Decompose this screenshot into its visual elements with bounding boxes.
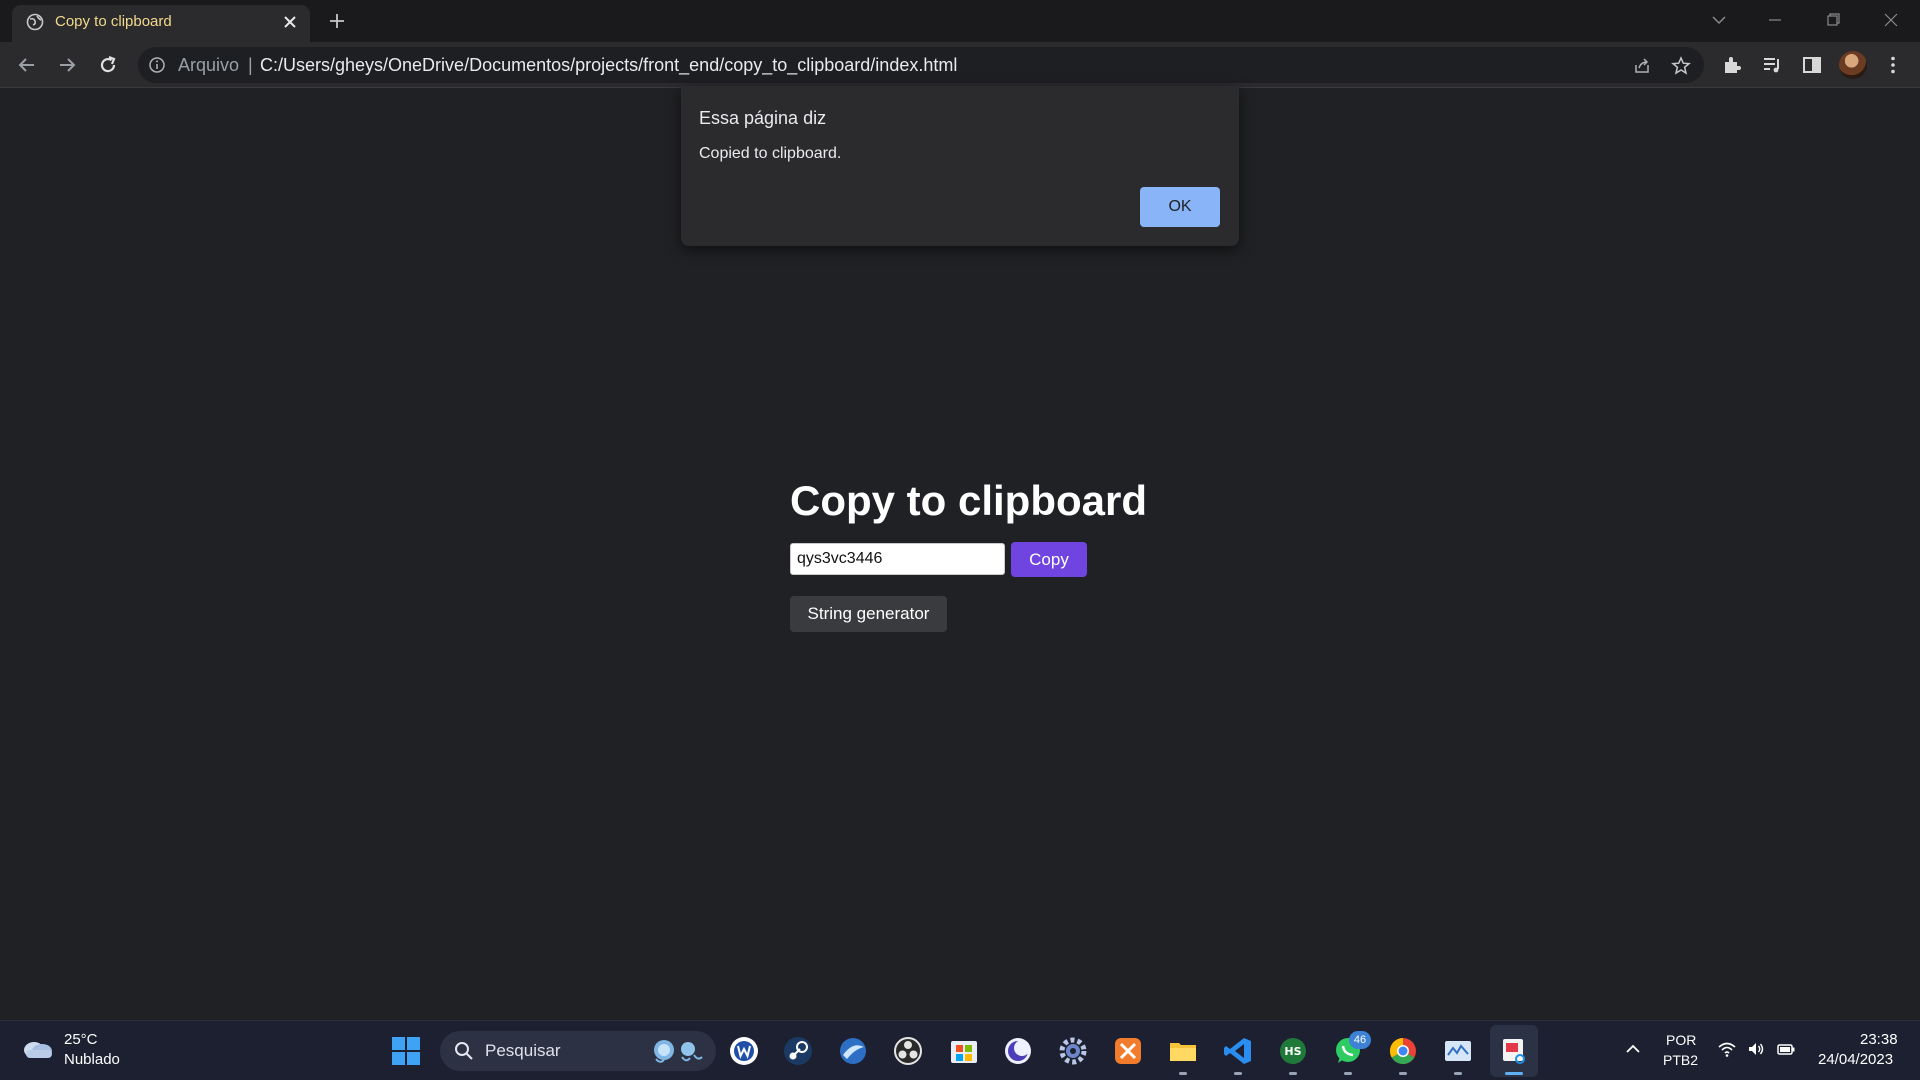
string-input[interactable] xyxy=(790,543,1005,575)
app-w-icon[interactable] xyxy=(728,1035,760,1067)
search-placeholder: Pesquisar xyxy=(485,1041,561,1060)
battery-icon[interactable] xyxy=(1776,1039,1796,1059)
media-icon[interactable] xyxy=(1761,54,1783,76)
language-indicator[interactable]: POR xyxy=(1666,1032,1696,1048)
wifi-icon[interactable] xyxy=(1717,1039,1737,1059)
running-indicator xyxy=(1399,1072,1407,1075)
copy-row: Copy xyxy=(790,542,1110,577)
hs-app-icon[interactable]: HS xyxy=(1277,1035,1309,1067)
chevron-up-icon[interactable] xyxy=(1623,1039,1643,1059)
svg-text:HS: HS xyxy=(1284,1045,1301,1058)
keyboard-layout[interactable]: PTB2 xyxy=(1663,1052,1698,1068)
star-icon[interactable] xyxy=(1671,56,1691,76)
whatsapp-badge: 46 xyxy=(1349,1031,1371,1049)
active-indicator xyxy=(1505,1072,1523,1075)
back-icon[interactable] xyxy=(15,53,39,77)
ok-button[interactable]: OK xyxy=(1140,187,1220,227)
browser-tab[interactable]: Copy to clipboard xyxy=(12,5,310,42)
url-scheme-label: Arquivo xyxy=(178,55,240,75)
running-indicator xyxy=(1234,1072,1242,1075)
xampp-icon[interactable] xyxy=(1112,1035,1144,1067)
menu-icon[interactable] xyxy=(1882,54,1904,76)
taskbar-search[interactable]: Pesquisar xyxy=(440,1031,716,1071)
running-indicator xyxy=(1179,1072,1187,1075)
clock-time[interactable]: 23:38 xyxy=(1860,1031,1898,1048)
search-highlight-icon xyxy=(654,1040,703,1063)
settings-gear-icon[interactable] xyxy=(1057,1035,1089,1067)
obs-icon[interactable] xyxy=(892,1035,924,1067)
weather-temperature[interactable]: 25°C xyxy=(64,1031,98,1048)
vscode-icon[interactable] xyxy=(1222,1035,1254,1067)
taskbar: 25°C Nublado Pesquisar HS 46 POR PTB2 23… xyxy=(0,1020,1920,1080)
steam-icon[interactable] xyxy=(782,1035,814,1067)
address-bar[interactable]: Arquivo | C:/Users/gheys/OneDrive/Docume… xyxy=(138,47,1704,83)
extensions-icon[interactable] xyxy=(1721,54,1743,76)
dialog-title: Essa página diz xyxy=(699,108,827,128)
close-icon[interactable] xyxy=(282,14,298,30)
forward-icon[interactable] xyxy=(55,53,79,77)
weather-cloud-icon[interactable] xyxy=(20,1036,54,1060)
running-indicator xyxy=(1344,1072,1352,1075)
globe-icon xyxy=(26,13,44,31)
monitor-app-icon[interactable] xyxy=(1442,1035,1474,1067)
page-title: Copy to clipboard xyxy=(790,477,1147,524)
info-icon[interactable] xyxy=(148,56,166,74)
windows-start-icon[interactable] xyxy=(391,1036,421,1066)
search-icon xyxy=(455,1042,473,1060)
alert-dialog: Essa página diz Copied to clipboard. OK xyxy=(681,86,1239,246)
clock-date[interactable]: 24/04/2023 xyxy=(1818,1051,1893,1068)
running-indicator xyxy=(1289,1072,1297,1075)
store-icon[interactable] xyxy=(948,1035,980,1067)
tab-strip: Copy to clipboard xyxy=(0,0,1920,42)
copy-button[interactable]: Copy xyxy=(1011,542,1087,577)
weather-description[interactable]: Nublado xyxy=(64,1051,120,1068)
restore-icon[interactable] xyxy=(1821,8,1845,32)
moon-app-icon[interactable] xyxy=(1002,1035,1034,1067)
browser-toolbar: Arquivo | C:/Users/gheys/OneDrive/Docume… xyxy=(0,42,1920,88)
running-indicator xyxy=(1454,1072,1462,1075)
url-text[interactable]: C:/Users/gheys/OneDrive/Documentos/proje… xyxy=(260,55,957,76)
tab-title: Copy to clipboard xyxy=(55,13,172,30)
file-explorer-icon[interactable] xyxy=(1167,1035,1199,1067)
snipping-tool-icon[interactable] xyxy=(1498,1035,1530,1067)
string-generator-button[interactable]: String generator xyxy=(790,596,947,632)
url-separator: | xyxy=(248,55,253,75)
clipboard-app: Copy to clipboard Copy String generator xyxy=(790,477,1147,632)
reload-icon[interactable] xyxy=(96,53,120,77)
share-icon[interactable] xyxy=(1632,56,1652,76)
window-close-icon[interactable] xyxy=(1879,8,1903,32)
sidepanel-icon[interactable] xyxy=(1801,54,1823,76)
profile-avatar[interactable] xyxy=(1839,51,1867,79)
minimize-icon[interactable] xyxy=(1763,8,1787,32)
dialog-message: Copied to clipboard. xyxy=(699,145,842,162)
browser-app-icon[interactable] xyxy=(837,1035,869,1067)
tab-search-chevron-icon[interactable] xyxy=(1707,8,1731,32)
plus-icon[interactable] xyxy=(327,11,347,31)
volume-icon[interactable] xyxy=(1746,1039,1766,1059)
chrome-icon[interactable] xyxy=(1387,1035,1419,1067)
